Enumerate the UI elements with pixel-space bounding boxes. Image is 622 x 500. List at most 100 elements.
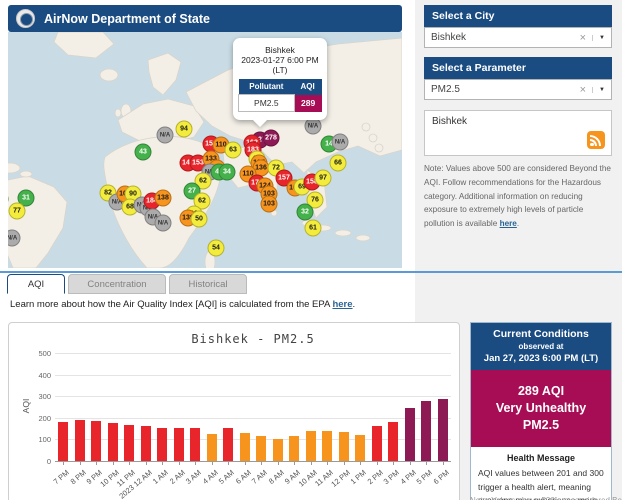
chart-bar-6-am[interactable] — [240, 433, 250, 461]
chart-x-tick — [113, 462, 114, 465]
chart-x-axis — [55, 461, 451, 462]
conditions-observed-label: observed at — [473, 342, 609, 351]
chart-bar-2-am[interactable] — [174, 428, 184, 461]
chart-gridline — [55, 418, 451, 419]
chart-bar-5-am[interactable] — [223, 428, 233, 461]
chart-x-tick — [327, 462, 328, 465]
tab-aqi[interactable]: AQI — [7, 274, 65, 294]
aqi-map-marker[interactable]: 103 — [261, 196, 278, 213]
chart-bar-10-am[interactable] — [306, 431, 316, 461]
chart-gridline — [55, 353, 451, 354]
learn-more-text: Learn more about how the Air Quality Ind… — [10, 299, 355, 310]
aqi-map-marker[interactable]: 34 — [219, 164, 236, 181]
chart-bar-11-am[interactable] — [322, 431, 332, 461]
chart-x-tick — [393, 462, 394, 465]
chart-bar-10-pm[interactable] — [108, 423, 118, 461]
aqi-map-marker[interactable]: 97 — [315, 170, 332, 187]
chart-y-tick: 400 — [17, 371, 51, 380]
city-feed-box: Bishkek — [424, 110, 612, 156]
section-divider — [0, 271, 622, 273]
parameter-caret-icon[interactable]: ▼ — [592, 87, 605, 93]
health-message-section: Health Message AQI values between 201 an… — [471, 447, 611, 500]
chart-x-tick — [96, 462, 97, 465]
chart-x-tick — [129, 462, 130, 465]
aqi-map-marker[interactable]: N/A — [332, 134, 349, 151]
chart-x-tick — [294, 462, 295, 465]
aqi-map-marker[interactable]: N/A — [155, 215, 172, 232]
conditions-aqi-value: 289 AQI — [473, 384, 609, 398]
chart-bar-9-am[interactable] — [289, 436, 299, 461]
aqi-map-marker[interactable]: 66 — [330, 155, 347, 172]
chart-x-tick — [311, 462, 312, 465]
aqi-map-marker[interactable]: N/A — [157, 127, 174, 144]
chart-bar-3-am[interactable] — [190, 428, 200, 461]
current-conditions-panel: Current Conditions observed at Jan 27, 2… — [470, 322, 612, 500]
chart-x-tick — [278, 462, 279, 465]
epa-here-link[interactable]: here — [332, 299, 352, 310]
chart-x-tick — [179, 462, 180, 465]
parameter-clear-icon[interactable]: × — [574, 84, 592, 96]
chart-y-tick: 0 — [17, 457, 51, 466]
popup-timezone: (LT) — [238, 65, 322, 75]
chart-x-tick — [443, 462, 444, 465]
popup-aqi-value: 289 — [294, 95, 321, 112]
rss-feed-icon[interactable] — [587, 131, 605, 149]
chart-bar-2023-12-am[interactable] — [141, 426, 151, 461]
chart-bar-5-pm[interactable] — [421, 401, 431, 461]
aqi-map-marker[interactable]: 43 — [135, 144, 152, 161]
popup-col-aqi: AQI — [294, 79, 321, 95]
chart-x-tick — [410, 462, 411, 465]
tab-concentration[interactable]: Concentration — [68, 274, 166, 294]
city-clear-icon[interactable]: × — [574, 32, 592, 44]
chart-x-tick — [63, 462, 64, 465]
chart-bar-4-pm[interactable] — [405, 408, 415, 461]
select-city-panel: Select a City Bishkek × ▼ — [424, 5, 612, 48]
chart-x-tick — [261, 462, 262, 465]
chart-bar-4-am[interactable] — [207, 434, 217, 461]
chart-x-tick — [426, 462, 427, 465]
city-caret-icon[interactable]: ▼ — [592, 35, 605, 41]
aqi-map-marker[interactable]: 77 — [9, 203, 26, 220]
chart-bar-1-pm[interactable] — [355, 435, 365, 461]
chart-bar-7-pm[interactable] — [58, 422, 68, 461]
chart-bar-8-am[interactable] — [273, 439, 283, 461]
aqi-chart-card: Bishkek - PM2.5 AQI 01002003004005007 PM… — [8, 322, 460, 500]
tab-historical[interactable]: Historical — [169, 274, 247, 294]
aqi-map-marker[interactable]: 54 — [208, 240, 225, 257]
chart-bar-9-pm[interactable] — [91, 421, 101, 461]
conditions-level-text: Very Unhealthy — [473, 401, 609, 415]
aqi-map-marker[interactable]: 50 — [191, 211, 208, 228]
aqi-map-marker[interactable]: N/A — [305, 118, 322, 135]
parameter-dropdown[interactable]: PM2.5 × ▼ — [424, 79, 612, 100]
chart-bar-11-pm[interactable] — [124, 425, 134, 461]
chart-gridline — [55, 375, 451, 376]
chart-bar-2-pm[interactable] — [372, 426, 382, 461]
chart-plot-area: 01002003004005007 PM8 PM9 PM10 PM11 PM20… — [9, 323, 461, 500]
city-dropdown[interactable]: Bishkek × ▼ — [424, 27, 612, 48]
chart-x-tick — [212, 462, 213, 465]
chart-bar-12-pm[interactable] — [339, 432, 349, 461]
feed-city-label: Bishkek — [432, 116, 604, 127]
aqi-map-marker[interactable]: 32 — [297, 204, 314, 221]
chart-x-tick — [344, 462, 345, 465]
conditions-clipped-note: Note: Values above 500 are considered Be… — [470, 496, 620, 500]
chart-bar-7-am[interactable] — [256, 436, 266, 461]
popup-table: Pollutant AQI PM2.5 289 — [238, 79, 322, 112]
aqi-map-marker[interactable]: 278 — [263, 130, 280, 147]
chart-x-tick — [146, 462, 147, 465]
chart-bar-6-pm[interactable] — [438, 399, 448, 461]
chart-y-tick: 100 — [17, 435, 51, 444]
aqi-map-marker[interactable]: 94 — [176, 121, 193, 138]
aqi-map-marker[interactable]: 138 — [155, 190, 172, 207]
sidebar-note: Note: Values above 500 are considered Be… — [424, 162, 614, 231]
chart-bar-8-pm[interactable] — [75, 420, 85, 461]
chart-gridline — [55, 396, 451, 397]
world-aqi-map[interactable]: 3177N/A82N/A1019068N/AN/A184138N/AN/A94N… — [8, 32, 402, 268]
note-here-link[interactable]: here — [500, 219, 517, 228]
chart-bar-1-am[interactable] — [157, 428, 167, 461]
aqi-map-marker[interactable]: 63 — [225, 142, 242, 159]
popup-pollutant-value: PM2.5 — [239, 95, 295, 112]
conditions-header: Current Conditions observed at Jan 27, 2… — [471, 323, 611, 370]
aqi-map-marker[interactable]: 61 — [305, 220, 322, 237]
chart-bar-3-pm[interactable] — [388, 422, 398, 461]
